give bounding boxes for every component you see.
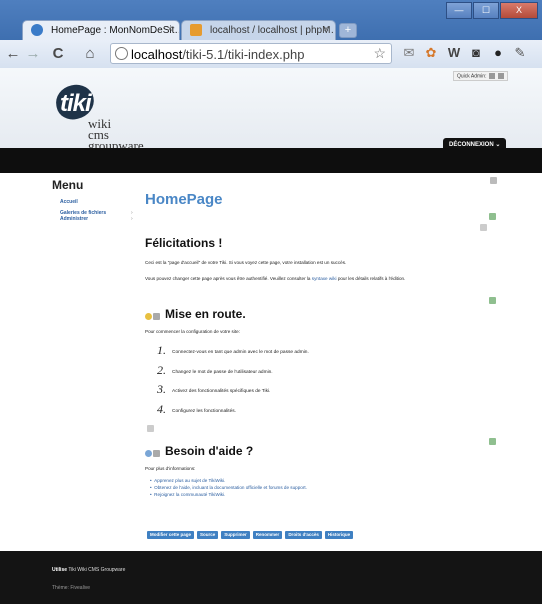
- syntax-wiki-link[interactable]: syntaxe wiki: [312, 276, 337, 281]
- gmail-extension-icon[interactable]: ✉: [401, 45, 417, 61]
- window-controls: — ☐ X: [445, 2, 538, 19]
- bookmark-star-icon[interactable]: ☆: [373, 45, 386, 62]
- new-tab-button[interactable]: +: [339, 23, 357, 38]
- rename-button[interactable]: Renommer: [252, 531, 283, 539]
- delete-button[interactable]: Supprimer: [221, 531, 250, 539]
- help-link-item[interactable]: • Apprenez plus au sujet de TikiWiki.: [150, 478, 225, 483]
- browser-chrome: HomePage : MonNomDeSit… × localhost / lo…: [0, 0, 542, 69]
- forward-button[interactable]: →: [25, 45, 41, 62]
- admin-icon[interactable]: [489, 73, 496, 79]
- section-edit-icon[interactable]: [153, 313, 160, 320]
- submenu-arrow-icon: ›: [131, 216, 133, 222]
- extension-icon[interactable]: ✿: [423, 45, 439, 61]
- edit-section-icon[interactable]: [489, 438, 496, 445]
- tab-title: localhost / localhost | phpM…: [210, 25, 336, 36]
- page-info-icon[interactable]: [115, 47, 128, 60]
- heading-mise-en-route: Mise en route.: [165, 307, 246, 321]
- tab-strip: HomePage : MonNomDeSit… × localhost / lo…: [0, 0, 542, 40]
- step-number: 2.: [157, 363, 166, 377]
- tab-phpmyadmin[interactable]: localhost / localhost | phpM… ×: [181, 20, 336, 40]
- help-link-item[interactable]: • Obtenez de l'aide, incluant la documen…: [150, 485, 307, 490]
- menu-item-administrer[interactable]: Administrer: [60, 216, 88, 222]
- reload-button[interactable]: C: [50, 45, 66, 62]
- edit-section-icon[interactable]: [489, 213, 496, 220]
- step-number: 3.: [157, 382, 166, 396]
- pencil-icon[interactable]: [498, 73, 505, 79]
- site-footer: Utilise Tiki Wiki CMS Groupware Thème: F…: [0, 551, 542, 604]
- edit-section-icon[interactable]: [480, 224, 487, 231]
- theme-label: Thème: Fivealive: [52, 585, 91, 591]
- close-tab-icon[interactable]: ×: [167, 24, 173, 35]
- edit-section-icon[interactable]: [489, 297, 496, 304]
- close-window-button[interactable]: X: [500, 2, 538, 19]
- content-area: Menu Accueil Galeries de fichiers Admini…: [0, 173, 542, 551]
- logo-mark[interactable]: tiki: [60, 90, 92, 118]
- page-title: HomePage: [145, 191, 223, 208]
- help-icon: [145, 450, 152, 457]
- paragraph-edit: Vous pouvez changer cette page après vou…: [145, 276, 406, 281]
- start-intro: Pour commencer la configuration de votre…: [145, 329, 240, 334]
- heading-besoin-aide: Besoin d'aide ?: [165, 444, 254, 458]
- history-button[interactable]: Historique: [324, 531, 354, 539]
- step-text: Activez des fonctionnalités spécifiques …: [172, 389, 271, 394]
- phpmyadmin-favicon-icon: [190, 24, 202, 36]
- step-number: 4.: [157, 402, 166, 416]
- quick-admin-bar[interactable]: Quick Admin:: [453, 71, 509, 82]
- section-edit-icon[interactable]: [153, 450, 160, 457]
- print-icon[interactable]: [490, 177, 497, 184]
- extension-icon[interactable]: ●: [490, 45, 506, 61]
- close-tab-icon[interactable]: ×: [323, 24, 329, 35]
- tiki-favicon-icon: [31, 24, 43, 36]
- step-text: Changez le mot de passe de l'utilisateur…: [172, 370, 273, 375]
- tab-homepage[interactable]: HomePage : MonNomDeSit… ×: [22, 20, 180, 40]
- camera-extension-icon[interactable]: ◙: [468, 45, 484, 61]
- wrench-menu-icon[interactable]: ✎: [512, 45, 528, 61]
- back-button[interactable]: ←: [5, 45, 21, 62]
- help-link-item[interactable]: • Rejoignez la communauté TikiWiki.: [150, 492, 225, 497]
- browser-toolbar: ← → C ⌂ localhost/tiki-5.1/tiki-index.ph…: [0, 40, 542, 69]
- source-button[interactable]: Source: [197, 531, 219, 539]
- section-edit-icon[interactable]: [147, 425, 154, 432]
- edit-page-button[interactable]: Modifier cette page: [147, 531, 195, 539]
- minimize-button[interactable]: —: [446, 2, 472, 19]
- paragraph-intro: Ceci est la "page d'accueil" de votre Ti…: [145, 260, 347, 265]
- tiki-link[interactable]: Tiki Wiki CMS Groupware: [68, 567, 125, 573]
- heading-felicitations: Félicitations !: [145, 236, 223, 250]
- web-page: tiki wiki cms groupware Quick Admin: DÉC…: [0, 68, 542, 604]
- star-icon: [145, 313, 152, 320]
- maximize-button[interactable]: ☐: [473, 2, 499, 19]
- wikipedia-extension-icon[interactable]: W: [446, 45, 462, 61]
- page-actions: Modifier cette page Source Supprimer Ren…: [147, 531, 356, 539]
- url-text: localhost/tiki-5.1/tiki-index.php: [131, 47, 305, 62]
- menu-item-accueil[interactable]: Accueil: [60, 199, 78, 205]
- tab-title: HomePage : MonNomDeSit…: [51, 25, 180, 36]
- menu-title: Menu: [52, 178, 84, 192]
- top-nav-bar: [0, 148, 542, 173]
- logo-text: wiki cms groupware: [88, 116, 144, 153]
- permissions-button[interactable]: Droits d'accès: [285, 531, 322, 539]
- address-bar[interactable]: localhost/tiki-5.1/tiki-index.php ☆: [110, 43, 392, 64]
- powered-by: Utilise Tiki Wiki CMS Groupware: [52, 567, 126, 573]
- step-number: 1.: [157, 343, 166, 357]
- step-text: Connectez-vous en tant que admin avec le…: [172, 350, 309, 355]
- help-intro: Pour plus d'informations:: [145, 466, 196, 471]
- step-text: Configurez les fonctionnalités.: [172, 409, 236, 414]
- home-button[interactable]: ⌂: [82, 45, 98, 62]
- site-header: tiki wiki cms groupware Quick Admin: DÉC…: [0, 68, 542, 153]
